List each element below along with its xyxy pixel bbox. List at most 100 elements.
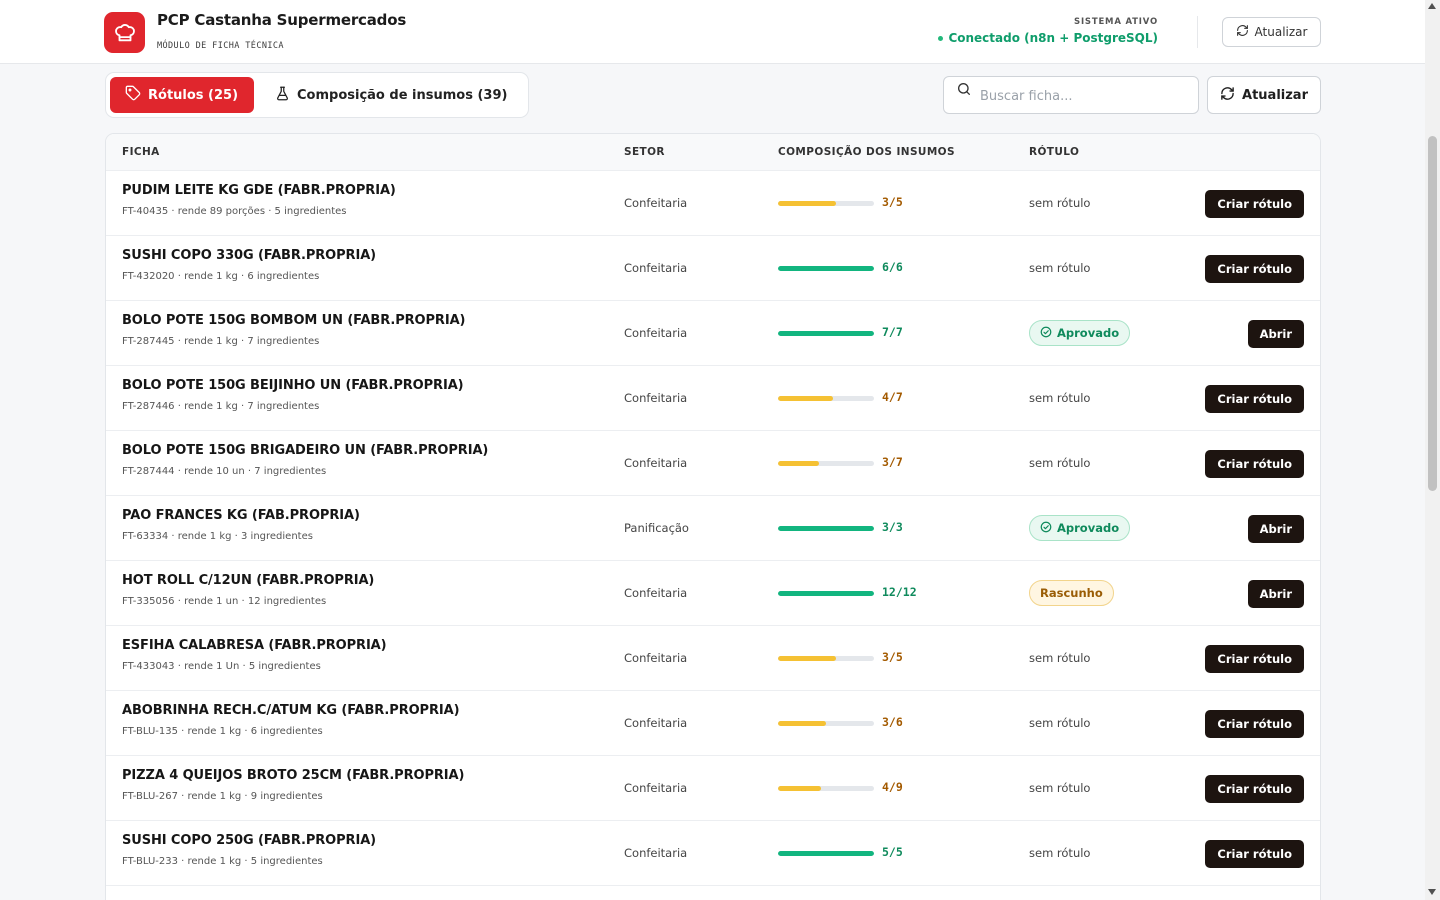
create-label-button[interactable]: Criar rótulo: [1205, 710, 1304, 738]
composition-count: 3/5: [882, 195, 903, 209]
ficha-setor: Confeitaria: [624, 716, 688, 730]
app-subtitle: MÓDULO DE FICHA TÉCNICA: [157, 41, 284, 51]
ficha-meta: FT-287445 · rende 1 kg · 7 ingredientes: [122, 336, 320, 347]
ficha-meta: FT-432020 · rende 1 kg · 6 ingredientes: [122, 271, 320, 282]
ficha-name: PAO FRANCES KG (FAB.PROPRIA): [122, 508, 360, 523]
refresh-button[interactable]: Atualizar: [1207, 76, 1321, 114]
table-row: ABOBRINHA RECH.C/ATUM KG (FABR.PROPRIA) F…: [106, 691, 1320, 756]
tab-composicao-label: Composição de insumos (39): [297, 87, 508, 103]
create-label-button[interactable]: Criar rótulo: [1205, 450, 1304, 478]
status-badge-label: Aprovado: [1057, 326, 1120, 340]
ficha-name: HOT ROLL C/12UN (FABR.PROPRIA): [122, 573, 375, 588]
rotulo-status: sem rótulo: [1029, 716, 1091, 730]
composition-count: 3/5: [882, 650, 903, 664]
header-refresh-button[interactable]: Atualizar: [1222, 17, 1321, 47]
table-row: BOLO POTE 150G BEIJINHO UN (FABR.PROPRIA…: [106, 366, 1320, 431]
composition-count: 3/6: [882, 715, 903, 729]
composition-progress-bar: [778, 721, 874, 726]
ficha-setor: Panificação: [624, 521, 689, 535]
ficha-name: SUSHI COPO 330G (FABR.PROPRIA): [122, 248, 377, 263]
table-row: BOLO POTE 150G BRIGADEIRO UN (FABR.PROPR…: [106, 431, 1320, 496]
composition-progress-bar: [778, 656, 874, 661]
create-label-button[interactable]: Criar rótulo: [1205, 385, 1304, 413]
search-box: [943, 76, 1199, 114]
composition-progress-fill: [778, 266, 874, 271]
composition-progress-bar: [778, 331, 874, 336]
ficha-setor: Confeitaria: [624, 196, 688, 210]
refresh-icon: [1220, 86, 1235, 105]
page-scrollbar[interactable]: [1425, 0, 1440, 900]
scroll-up-arrow-icon[interactable]: [1428, 3, 1436, 9]
column-header-ficha: FICHA: [122, 146, 160, 158]
status-badge-rascunho: Rascunho: [1029, 580, 1114, 606]
scrollbar-thumb[interactable]: [1428, 136, 1437, 491]
chef-hat-icon: [104, 12, 145, 53]
composition-progress-fill: [778, 656, 836, 661]
ficha-setor: Confeitaria: [624, 261, 688, 275]
composition-progress-bar: [778, 396, 874, 401]
create-label-button[interactable]: Criar rótulo: [1205, 840, 1304, 868]
status-badge-aprovado: Aprovado: [1029, 515, 1131, 541]
composition-progress-bar: [778, 266, 874, 271]
table-row: PAO FRANCES KG (FAB.PROPRIA) FT-63334 · r…: [106, 496, 1320, 561]
ficha-setor: Confeitaria: [624, 781, 688, 795]
view-tabs: Rótulos (25) Composição de insumos (39): [105, 72, 529, 118]
scroll-down-arrow-icon[interactable]: [1428, 889, 1436, 895]
status-badge-label: Aprovado: [1057, 521, 1120, 535]
fichas-table: FICHA SETOR COMPOSIÇÃO DOS INSUMOS RÓTUL…: [105, 133, 1321, 900]
flask-icon: [275, 86, 290, 105]
composition-count: 12/12: [882, 585, 917, 599]
composition-progress-fill: [778, 396, 833, 401]
refresh-label: Atualizar: [1242, 87, 1308, 103]
composition-progress-bar: [778, 461, 874, 466]
rotulo-status: sem rótulo: [1029, 781, 1091, 795]
composition-progress-bar: [778, 851, 874, 856]
ficha-meta: FT-40435 · rende 89 porções · 5 ingredie…: [122, 206, 347, 217]
create-label-button[interactable]: Criar rótulo: [1205, 645, 1304, 673]
create-label-button[interactable]: Criar rótulo: [1205, 255, 1304, 283]
composition-progress-fill: [778, 461, 820, 466]
app-header: PCP Castanha Supermercados MÓDULO DE FIC…: [0, 0, 1425, 64]
composition-progress-fill: [778, 851, 874, 856]
search-icon: [956, 81, 972, 101]
composition-progress-fill: [778, 591, 874, 596]
composition-progress-bar: [778, 201, 874, 206]
tab-rotulos[interactable]: Rótulos (25): [110, 77, 254, 113]
composition-count: 4/9: [882, 780, 903, 794]
open-label-button[interactable]: Abrir: [1247, 580, 1304, 608]
rotulo-status: sem rótulo: [1029, 456, 1091, 470]
composition-progress-fill: [778, 526, 874, 531]
rotulo-status: sem rótulo: [1029, 196, 1091, 210]
table-row: SUSHI COPO 330G (FABR.PROPRIA) FT-432020 …: [106, 236, 1320, 301]
system-label: SISTEMA ATIVO: [1074, 17, 1158, 27]
composition-progress-fill: [778, 331, 874, 336]
create-label-button[interactable]: Criar rótulo: [1205, 775, 1304, 803]
open-label-button[interactable]: Abrir: [1247, 320, 1304, 348]
open-label-button[interactable]: Abrir: [1247, 515, 1304, 543]
table-row: SUSHI COPO 250G (FABR.PROPRIA) FT-BLU-233…: [106, 821, 1320, 886]
header-refresh-label: Atualizar: [1254, 25, 1308, 39]
ficha-meta: FT-BLU-135 · rende 1 kg · 6 ingredientes: [122, 726, 323, 737]
ficha-name: BOLO POTE 150G BRIGADEIRO UN (FABR.PROPR…: [122, 443, 489, 458]
ficha-name: ESFIHA CALABRESA (FABR.PROPRIA): [122, 638, 387, 653]
table-row: ESFIHA CALABRESA (FABR.PROPRIA) FT-433043…: [106, 626, 1320, 691]
composition-progress-bar: [778, 591, 874, 596]
app-title: PCP Castanha Supermercados: [157, 11, 407, 29]
table-row: BOLO POTE 150G BOMBOM UN (FABR.PROPRIA) F…: [106, 301, 1320, 366]
tab-composicao[interactable]: Composição de insumos (39): [260, 77, 524, 113]
table-row: HOT ROLL C/12UN (FABR.PROPRIA) FT-335056 …: [106, 561, 1320, 626]
ficha-name: BOLO POTE 150G BOMBOM UN (FABR.PROPRIA): [122, 313, 466, 328]
composition-progress-fill: [778, 201, 836, 206]
create-label-button[interactable]: Criar rótulo: [1205, 190, 1304, 218]
ficha-setor: Confeitaria: [624, 846, 688, 860]
status-badge-label: Rascunho: [1040, 586, 1103, 600]
search-input[interactable]: [980, 85, 1190, 107]
check-circle-icon: [1040, 326, 1052, 341]
ficha-meta: FT-335056 · rende 1 un · 12 ingredientes: [122, 596, 327, 607]
status-badge-aprovado: Aprovado: [1029, 320, 1131, 346]
tab-rotulos-label: Rótulos (25): [148, 87, 239, 103]
ficha-name: PUDIM LEITE KG GDE (FABR.PROPRIA): [122, 183, 396, 198]
composition-count: 7/7: [882, 325, 903, 339]
composition-count: 3/7: [882, 455, 903, 469]
column-header-composicao: COMPOSIÇÃO DOS INSUMOS: [778, 146, 955, 158]
